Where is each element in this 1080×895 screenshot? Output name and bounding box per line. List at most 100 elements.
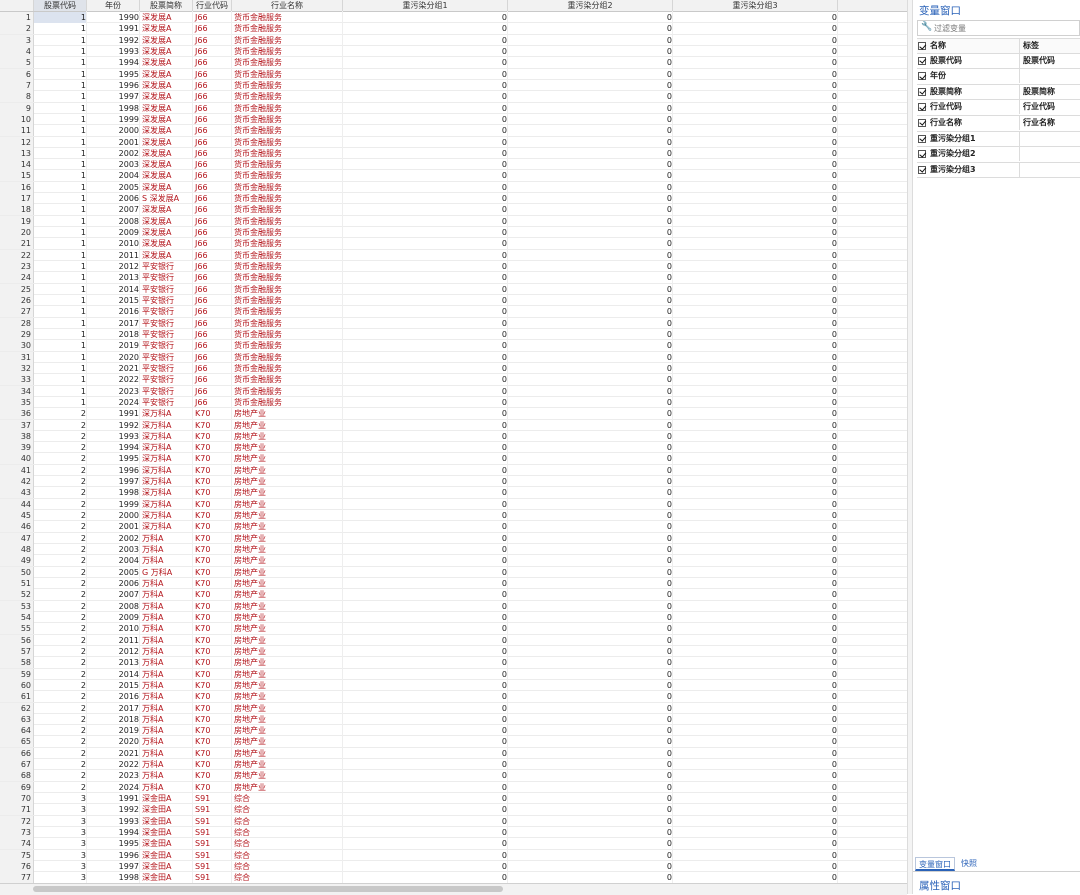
industry-code-cell[interactable]: K70 xyxy=(193,499,233,510)
table-row[interactable]: 26 1 2015 平安银行 J66 货币金融服务 0 0 0 xyxy=(0,295,907,307)
table-row[interactable]: 43 2 1998 深万科A K70 房地产业 0 0 0 xyxy=(0,487,907,499)
pollution-group-1-cell[interactable]: 0 xyxy=(343,635,507,646)
year-cell[interactable]: 2005 xyxy=(87,182,139,193)
stock-name-cell[interactable]: 深发展A xyxy=(140,12,194,23)
year-cell[interactable]: 2022 xyxy=(87,374,139,385)
year-cell[interactable]: 1997 xyxy=(87,91,139,102)
pollution-group-2-cell[interactable]: 0 xyxy=(508,408,672,419)
industry-name-cell[interactable]: 房地产业 xyxy=(232,691,344,702)
stock-name-cell[interactable]: 深发展A xyxy=(140,216,194,227)
table-row[interactable]: 41 2 1996 深万科A K70 房地产业 0 0 0 xyxy=(0,464,907,477)
pollution-group-1-cell[interactable]: 0 xyxy=(343,363,507,374)
stock-name-cell[interactable]: 深发展A xyxy=(140,80,194,91)
stock-name-cell[interactable]: 深发展A xyxy=(140,23,194,34)
pollution-group-1-cell[interactable]: 0 xyxy=(343,861,507,872)
industry-code-cell[interactable]: J66 xyxy=(193,35,233,46)
pollution-group-2-cell[interactable]: 0 xyxy=(508,827,672,838)
stock-code-cell[interactable]: 1 xyxy=(34,340,86,351)
table-row[interactable]: 10 1 1999 深发展A J66 货币金融服务 0 0 0 xyxy=(0,113,907,126)
name-column-header[interactable]: 名称 xyxy=(930,39,946,53)
data-grid[interactable]: 股票代码 年份 股票简称 行业代码 行业名称 重污染分组1 重污染分组2 重污染… xyxy=(0,0,907,883)
stock-name-cell[interactable]: 万科A xyxy=(140,623,194,634)
year-cell[interactable]: 2024 xyxy=(87,782,139,793)
pollution-group-2-cell[interactable]: 0 xyxy=(508,657,672,668)
year-cell[interactable]: 2007 xyxy=(87,204,139,215)
pollution-group-2-cell[interactable]: 0 xyxy=(508,567,672,578)
industry-code-cell[interactable]: K70 xyxy=(193,544,233,555)
industry-name-cell[interactable]: 货币金融服务 xyxy=(232,352,344,363)
table-row[interactable]: 7 1 1996 深发展A J66 货币金融服务 0 0 0 xyxy=(0,79,907,92)
pollution-group-3-cell[interactable]: 0 xyxy=(673,386,837,397)
year-cell[interactable]: 1998 xyxy=(87,872,139,883)
year-cell[interactable]: 2010 xyxy=(87,238,139,249)
table-row[interactable]: 16 1 2005 深发展A J66 货币金融服务 0 0 0 xyxy=(0,181,907,194)
pollution-group-2-cell[interactable]: 0 xyxy=(508,680,672,691)
table-row[interactable]: 63 2 2018 万科A K70 房地产业 0 0 0 xyxy=(0,713,907,726)
pollution-group-2-cell[interactable]: 0 xyxy=(508,182,672,193)
pollution-group-3-cell[interactable]: 0 xyxy=(673,601,837,612)
industry-name-cell[interactable]: 房地产业 xyxy=(232,431,344,442)
pollution-group-3-cell[interactable]: 0 xyxy=(673,318,837,329)
year-cell[interactable]: 2015 xyxy=(87,680,139,691)
pollution-group-2-cell[interactable]: 0 xyxy=(508,533,672,544)
year-cell[interactable]: 2019 xyxy=(87,725,139,736)
pollution-group-1-cell[interactable]: 0 xyxy=(343,227,507,238)
table-row[interactable]: 48 2 2003 万科A K70 房地产业 0 0 0 xyxy=(0,544,907,556)
industry-code-cell[interactable]: S91 xyxy=(193,804,233,815)
stock-name-cell[interactable]: 深发展A xyxy=(140,227,194,238)
pollution-group-2-cell[interactable]: 0 xyxy=(508,816,672,827)
table-row[interactable]: 22 1 2011 深发展A J66 货币金融服务 0 0 0 xyxy=(0,249,907,262)
pollution-group-3-cell[interactable]: 0 xyxy=(673,57,837,68)
table-row[interactable]: 52 2 2007 万科A K70 房地产业 0 0 0 xyxy=(0,589,907,601)
industry-code-cell[interactable]: J66 xyxy=(193,386,233,397)
stock-name-cell[interactable]: 万科A xyxy=(140,680,194,691)
industry-name-cell[interactable]: 房地产业 xyxy=(232,533,344,544)
stock-code-cell[interactable]: 1 xyxy=(34,397,86,408)
pollution-group-2-cell[interactable]: 0 xyxy=(508,770,672,781)
pollution-group-3-cell[interactable]: 0 xyxy=(673,510,837,521)
pollution-group-3-cell[interactable]: 0 xyxy=(673,782,837,793)
stock-name-cell[interactable]: 平安银行 xyxy=(140,318,194,329)
industry-name-cell[interactable]: 货币金融服务 xyxy=(232,216,344,227)
industry-code-cell[interactable]: S91 xyxy=(193,816,233,827)
pollution-group-2-cell[interactable]: 0 xyxy=(508,782,672,793)
pollution-group-1-cell[interactable]: 0 xyxy=(343,510,507,521)
stock-name-cell[interactable]: 深万科A xyxy=(140,431,194,442)
table-row[interactable]: 27 1 2016 平安银行 J66 货币金融服务 0 0 0 xyxy=(0,306,907,318)
industry-code-cell[interactable]: K70 xyxy=(193,646,233,657)
stock-code-cell[interactable]: 2 xyxy=(34,431,86,442)
year-cell[interactable]: 1999 xyxy=(87,499,139,510)
pollution-group-1-cell[interactable]: 0 xyxy=(343,838,507,849)
stock-name-cell[interactable]: 万科A xyxy=(140,759,194,770)
stock-code-cell[interactable]: 1 xyxy=(34,148,86,159)
industry-name-cell[interactable]: 货币金融服务 xyxy=(232,12,344,23)
industry-code-cell[interactable]: J66 xyxy=(193,397,233,408)
year-cell[interactable]: 2006 xyxy=(87,193,139,204)
variable-checkbox[interactable] xyxy=(918,165,926,174)
table-row[interactable]: 61 2 2016 万科A K70 房地产业 0 0 0 xyxy=(0,691,907,703)
pollution-group-1-cell[interactable]: 0 xyxy=(343,408,507,419)
table-row[interactable]: 35 1 2024 平安银行 J66 货币金融服务 0 0 0 xyxy=(0,396,907,409)
pollution-group-3-cell[interactable]: 0 xyxy=(673,408,837,419)
stock-name-cell[interactable]: 深发展A xyxy=(140,91,194,102)
table-row[interactable]: 53 2 2008 万科A K70 房地产业 0 0 0 xyxy=(0,600,907,612)
stock-code-cell[interactable]: 2 xyxy=(34,453,86,464)
industry-name-cell[interactable]: 货币金融服务 xyxy=(232,170,344,181)
stock-code-cell[interactable]: 1 xyxy=(34,227,86,238)
table-row[interactable]: 15 1 2004 深发展A J66 货币金融服务 0 0 0 xyxy=(0,170,907,182)
stock-name-cell[interactable]: 万科A xyxy=(140,782,194,793)
stock-code-cell[interactable]: 1 xyxy=(34,35,86,46)
industry-code-cell[interactable]: J66 xyxy=(193,295,233,306)
pollution-group-2-cell[interactable]: 0 xyxy=(508,499,672,510)
pollution-group-1-cell[interactable]: 0 xyxy=(343,736,507,747)
industry-name-cell[interactable]: 货币金融服务 xyxy=(232,272,344,283)
table-row[interactable]: 4 1 1993 深发展A J66 货币金融服务 0 0 0 xyxy=(0,45,907,58)
stock-name-cell[interactable]: 万科A xyxy=(140,748,194,759)
industry-name-cell[interactable]: 房地产业 xyxy=(232,657,344,668)
variable-checkbox[interactable] xyxy=(918,103,926,112)
pollution-group-3-cell[interactable]: 0 xyxy=(673,793,837,804)
pollution-group-3-cell[interactable]: 0 xyxy=(673,170,837,181)
year-cell[interactable]: 2020 xyxy=(87,352,139,363)
industry-name-cell[interactable]: 房地产业 xyxy=(232,442,344,453)
variable-row[interactable]: 股票简称 股票简称 xyxy=(917,84,1080,101)
